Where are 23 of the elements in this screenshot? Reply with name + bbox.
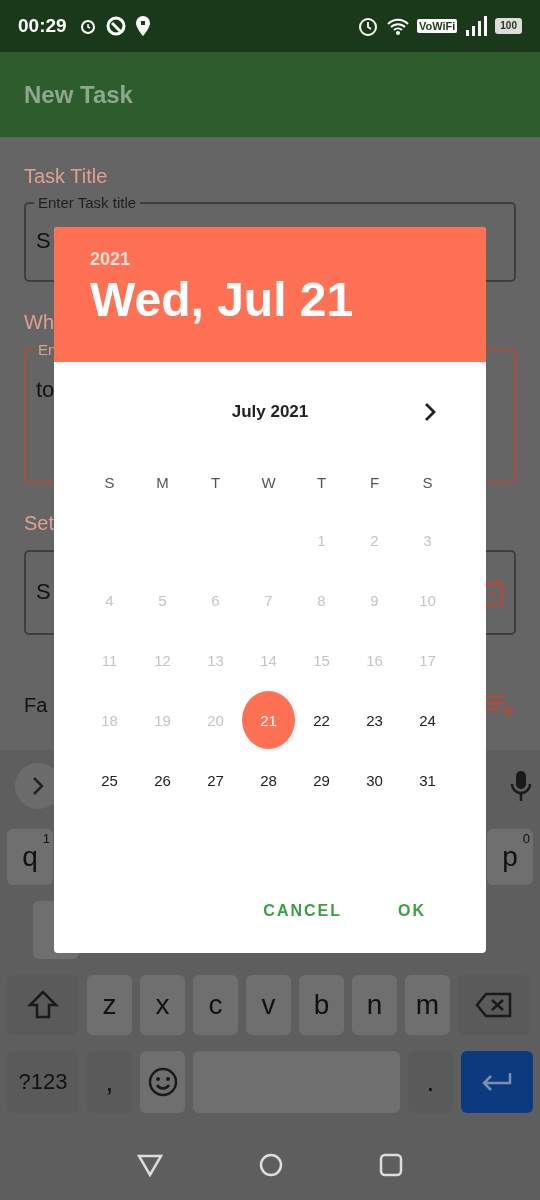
month-title: July 2021	[231, 402, 309, 422]
weekday-label: S	[421, 472, 434, 493]
status-time: 00:29	[18, 15, 67, 37]
weekday-label: T	[209, 472, 222, 493]
field-legend: Enter Task title	[34, 194, 141, 211]
field-label: Task Title	[24, 164, 109, 188]
vowifi-badge: VoWiFi	[416, 19, 458, 33]
key-hint: 1	[42, 831, 50, 846]
field-label: Fa	[24, 693, 48, 717]
battery-indicator: 100	[495, 18, 522, 34]
field-label: Wh	[24, 310, 55, 334]
field-value: S	[36, 228, 51, 253]
weekday-label: W	[260, 472, 277, 493]
field-value: S	[36, 579, 51, 605]
app-title: New Task	[24, 80, 133, 109]
selected-date: Wed, Jul 21	[90, 272, 355, 327]
field-value: to	[36, 377, 55, 402]
key-hint: 0	[522, 831, 530, 846]
weekday-label: S	[103, 472, 116, 493]
weekday-label: F	[368, 472, 381, 493]
weekday-label: M	[155, 472, 170, 493]
field-label: Set	[24, 511, 56, 535]
weekday-label: T	[315, 472, 328, 493]
